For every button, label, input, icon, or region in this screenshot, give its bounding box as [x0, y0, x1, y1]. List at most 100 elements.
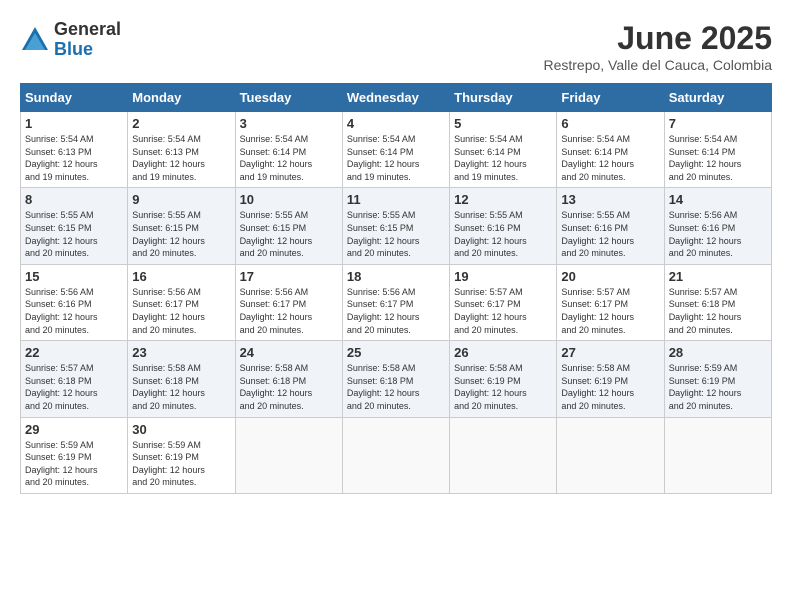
- table-row: 24 Sunrise: 5:58 AMSunset: 6:18 PMDaylig…: [235, 341, 342, 417]
- table-row: 27 Sunrise: 5:58 AMSunset: 6:19 PMDaylig…: [557, 341, 664, 417]
- day-number: 4: [347, 116, 445, 131]
- col-friday: Friday: [557, 84, 664, 112]
- day-number: 26: [454, 345, 552, 360]
- day-number: 13: [561, 192, 659, 207]
- calendar-row-4: 22 Sunrise: 5:57 AMSunset: 6:18 PMDaylig…: [21, 341, 772, 417]
- day-number: 12: [454, 192, 552, 207]
- day-info: Sunrise: 5:54 AMSunset: 6:14 PMDaylight:…: [669, 134, 742, 182]
- table-row: [557, 417, 664, 493]
- day-info: Sunrise: 5:56 AMSunset: 6:16 PMDaylight:…: [25, 287, 98, 335]
- table-row: 8 Sunrise: 5:55 AMSunset: 6:15 PMDayligh…: [21, 188, 128, 264]
- table-row: 28 Sunrise: 5:59 AMSunset: 6:19 PMDaylig…: [664, 341, 771, 417]
- day-info: Sunrise: 5:56 AMSunset: 6:17 PMDaylight:…: [240, 287, 313, 335]
- day-info: Sunrise: 5:57 AMSunset: 6:18 PMDaylight:…: [669, 287, 742, 335]
- table-row: [342, 417, 449, 493]
- table-row: [235, 417, 342, 493]
- table-row: 12 Sunrise: 5:55 AMSunset: 6:16 PMDaylig…: [450, 188, 557, 264]
- table-row: 9 Sunrise: 5:55 AMSunset: 6:15 PMDayligh…: [128, 188, 235, 264]
- day-info: Sunrise: 5:58 AMSunset: 6:19 PMDaylight:…: [454, 363, 527, 411]
- day-number: 25: [347, 345, 445, 360]
- col-wednesday: Wednesday: [342, 84, 449, 112]
- table-row: 17 Sunrise: 5:56 AMSunset: 6:17 PMDaylig…: [235, 264, 342, 340]
- day-info: Sunrise: 5:55 AMSunset: 6:15 PMDaylight:…: [132, 210, 205, 258]
- day-number: 9: [132, 192, 230, 207]
- day-number: 6: [561, 116, 659, 131]
- logo-icon: [20, 25, 50, 55]
- day-info: Sunrise: 5:54 AMSunset: 6:14 PMDaylight:…: [347, 134, 420, 182]
- table-row: 19 Sunrise: 5:57 AMSunset: 6:17 PMDaylig…: [450, 264, 557, 340]
- day-info: Sunrise: 5:58 AMSunset: 6:18 PMDaylight:…: [240, 363, 313, 411]
- day-number: 23: [132, 345, 230, 360]
- col-tuesday: Tuesday: [235, 84, 342, 112]
- col-monday: Monday: [128, 84, 235, 112]
- day-number: 22: [25, 345, 123, 360]
- table-row: 3 Sunrise: 5:54 AMSunset: 6:14 PMDayligh…: [235, 112, 342, 188]
- day-info: Sunrise: 5:54 AMSunset: 6:14 PMDaylight:…: [240, 134, 313, 182]
- day-info: Sunrise: 5:56 AMSunset: 6:17 PMDaylight:…: [132, 287, 205, 335]
- table-row: 23 Sunrise: 5:58 AMSunset: 6:18 PMDaylig…: [128, 341, 235, 417]
- header: General Blue June 2025 Restrepo, Valle d…: [20, 20, 772, 73]
- day-info: Sunrise: 5:54 AMSunset: 6:13 PMDaylight:…: [25, 134, 98, 182]
- table-row: 14 Sunrise: 5:56 AMSunset: 6:16 PMDaylig…: [664, 188, 771, 264]
- day-number: 16: [132, 269, 230, 284]
- table-row: 18 Sunrise: 5:56 AMSunset: 6:17 PMDaylig…: [342, 264, 449, 340]
- day-info: Sunrise: 5:55 AMSunset: 6:15 PMDaylight:…: [347, 210, 420, 258]
- month-title: June 2025: [543, 20, 772, 57]
- table-row: [664, 417, 771, 493]
- calendar-row-3: 15 Sunrise: 5:56 AMSunset: 6:16 PMDaylig…: [21, 264, 772, 340]
- calendar-row-5: 29 Sunrise: 5:59 AMSunset: 6:19 PMDaylig…: [21, 417, 772, 493]
- day-info: Sunrise: 5:57 AMSunset: 6:17 PMDaylight:…: [454, 287, 527, 335]
- table-row: 20 Sunrise: 5:57 AMSunset: 6:17 PMDaylig…: [557, 264, 664, 340]
- day-info: Sunrise: 5:55 AMSunset: 6:16 PMDaylight:…: [561, 210, 634, 258]
- table-row: 7 Sunrise: 5:54 AMSunset: 6:14 PMDayligh…: [664, 112, 771, 188]
- day-number: 20: [561, 269, 659, 284]
- day-info: Sunrise: 5:56 AMSunset: 6:17 PMDaylight:…: [347, 287, 420, 335]
- day-info: Sunrise: 5:55 AMSunset: 6:16 PMDaylight:…: [454, 210, 527, 258]
- logo: General Blue: [20, 20, 121, 60]
- calendar: Sunday Monday Tuesday Wednesday Thursday…: [20, 83, 772, 494]
- day-number: 3: [240, 116, 338, 131]
- day-number: 14: [669, 192, 767, 207]
- table-row: 16 Sunrise: 5:56 AMSunset: 6:17 PMDaylig…: [128, 264, 235, 340]
- day-info: Sunrise: 5:57 AMSunset: 6:17 PMDaylight:…: [561, 287, 634, 335]
- table-row: 30 Sunrise: 5:59 AMSunset: 6:19 PMDaylig…: [128, 417, 235, 493]
- table-row: 6 Sunrise: 5:54 AMSunset: 6:14 PMDayligh…: [557, 112, 664, 188]
- table-row: 15 Sunrise: 5:56 AMSunset: 6:16 PMDaylig…: [21, 264, 128, 340]
- day-info: Sunrise: 5:55 AMSunset: 6:15 PMDaylight:…: [25, 210, 98, 258]
- table-row: 26 Sunrise: 5:58 AMSunset: 6:19 PMDaylig…: [450, 341, 557, 417]
- day-info: Sunrise: 5:59 AMSunset: 6:19 PMDaylight:…: [132, 440, 205, 488]
- day-info: Sunrise: 5:58 AMSunset: 6:18 PMDaylight:…: [347, 363, 420, 411]
- day-number: 27: [561, 345, 659, 360]
- day-number: 24: [240, 345, 338, 360]
- title-area: June 2025 Restrepo, Valle del Cauca, Col…: [543, 20, 772, 73]
- day-info: Sunrise: 5:54 AMSunset: 6:14 PMDaylight:…: [454, 134, 527, 182]
- calendar-row-2: 8 Sunrise: 5:55 AMSunset: 6:15 PMDayligh…: [21, 188, 772, 264]
- day-number: 17: [240, 269, 338, 284]
- table-row: 13 Sunrise: 5:55 AMSunset: 6:16 PMDaylig…: [557, 188, 664, 264]
- table-row: 11 Sunrise: 5:55 AMSunset: 6:15 PMDaylig…: [342, 188, 449, 264]
- calendar-row-1: 1 Sunrise: 5:54 AMSunset: 6:13 PMDayligh…: [21, 112, 772, 188]
- day-info: Sunrise: 5:58 AMSunset: 6:19 PMDaylight:…: [561, 363, 634, 411]
- table-row: 2 Sunrise: 5:54 AMSunset: 6:13 PMDayligh…: [128, 112, 235, 188]
- day-info: Sunrise: 5:54 AMSunset: 6:13 PMDaylight:…: [132, 134, 205, 182]
- table-row: [450, 417, 557, 493]
- table-row: 21 Sunrise: 5:57 AMSunset: 6:18 PMDaylig…: [664, 264, 771, 340]
- day-info: Sunrise: 5:59 AMSunset: 6:19 PMDaylight:…: [25, 440, 98, 488]
- logo-general-text: General: [54, 20, 121, 40]
- day-number: 8: [25, 192, 123, 207]
- day-info: Sunrise: 5:59 AMSunset: 6:19 PMDaylight:…: [669, 363, 742, 411]
- day-number: 5: [454, 116, 552, 131]
- day-number: 28: [669, 345, 767, 360]
- calendar-header-row: Sunday Monday Tuesday Wednesday Thursday…: [21, 84, 772, 112]
- logo-blue-text: Blue: [54, 40, 121, 60]
- location: Restrepo, Valle del Cauca, Colombia: [543, 57, 772, 73]
- day-number: 30: [132, 422, 230, 437]
- table-row: 25 Sunrise: 5:58 AMSunset: 6:18 PMDaylig…: [342, 341, 449, 417]
- day-info: Sunrise: 5:57 AMSunset: 6:18 PMDaylight:…: [25, 363, 98, 411]
- day-info: Sunrise: 5:56 AMSunset: 6:16 PMDaylight:…: [669, 210, 742, 258]
- day-number: 7: [669, 116, 767, 131]
- day-info: Sunrise: 5:54 AMSunset: 6:14 PMDaylight:…: [561, 134, 634, 182]
- logo-text: General Blue: [54, 20, 121, 60]
- day-number: 21: [669, 269, 767, 284]
- table-row: 1 Sunrise: 5:54 AMSunset: 6:13 PMDayligh…: [21, 112, 128, 188]
